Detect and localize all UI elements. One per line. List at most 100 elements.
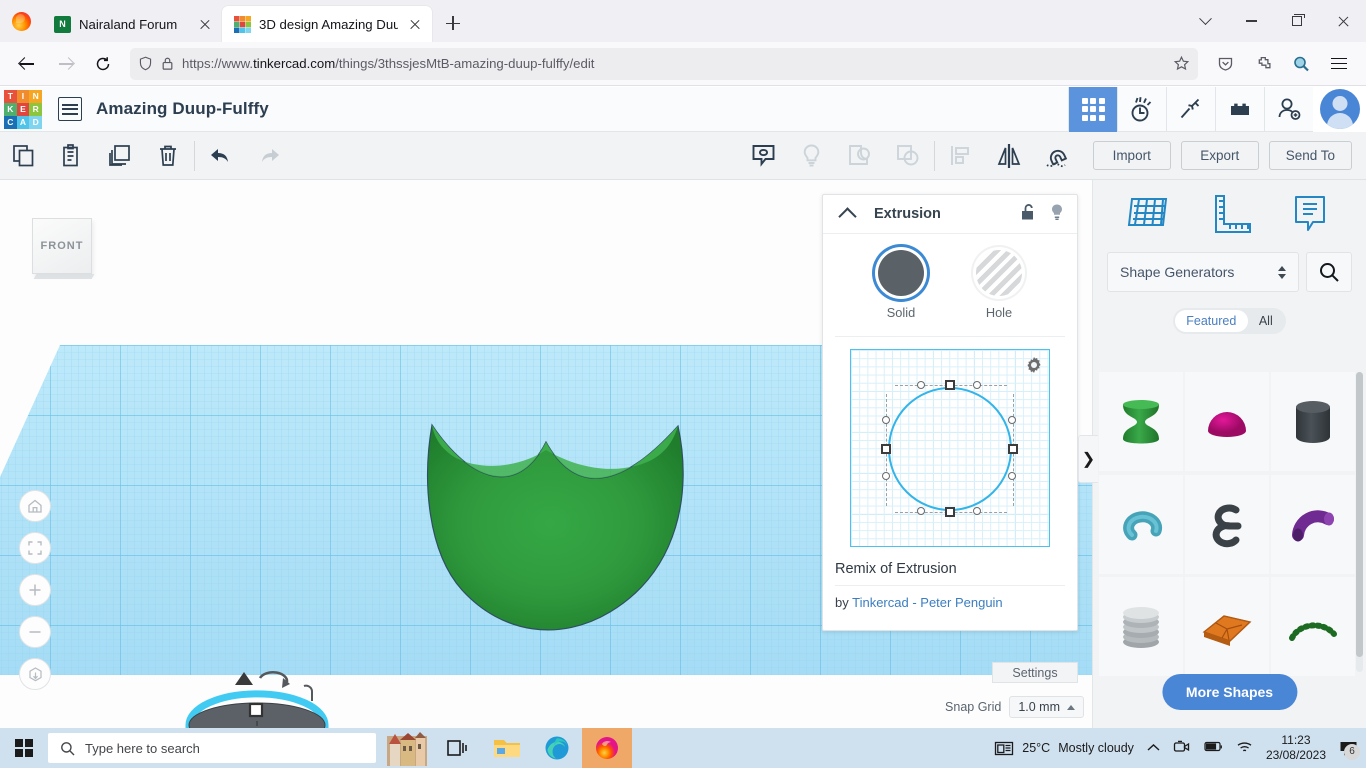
ungroup-icon[interactable]: [884, 132, 932, 180]
project-list-icon[interactable]: [58, 97, 82, 121]
shape-item-cylinder[interactable]: [1271, 372, 1355, 471]
browser-tab-nairaland[interactable]: N Nairaland Forum: [42, 6, 222, 42]
tab-all[interactable]: All: [1248, 310, 1284, 332]
copy-icon[interactable]: [0, 132, 48, 180]
redo-icon[interactable]: [245, 132, 293, 180]
sketch-handle-corner[interactable]: [973, 507, 981, 515]
align-icon[interactable]: [937, 132, 985, 180]
camera-icon[interactable]: [1173, 739, 1190, 757]
app-menu-button[interactable]: [1322, 47, 1356, 81]
maximize-button[interactable]: [1274, 0, 1320, 42]
mirror-icon[interactable]: [985, 132, 1033, 180]
ruler-icon[interactable]: [1201, 186, 1257, 247]
new-tab-button[interactable]: [436, 6, 470, 40]
sketch-handle-corner[interactable]: [973, 381, 981, 389]
green-bowl-object[interactable]: [410, 420, 730, 650]
sketch-handle-right[interactable]: [1008, 444, 1018, 454]
delete-icon[interactable]: [144, 132, 192, 180]
hole-mode-option[interactable]: Hole: [976, 250, 1022, 320]
browser-tab-tinkercad[interactable]: 3D design Amazing Duup-Fulffy: [222, 6, 432, 42]
perspective-toggle-icon[interactable]: [19, 658, 51, 690]
firefox-icon[interactable]: [582, 728, 632, 768]
shape-item-dome[interactable]: [1185, 372, 1269, 471]
sketch-handle-corner[interactable]: [1008, 472, 1016, 480]
invite-user-icon[interactable]: [1264, 87, 1313, 132]
avatar[interactable]: [1313, 87, 1366, 132]
shape-category-select[interactable]: Shape Generators: [1107, 252, 1299, 292]
solid-mode-option[interactable]: Solid: [878, 250, 924, 320]
pocket-save-icon[interactable]: [1208, 47, 1242, 81]
close-icon[interactable]: [406, 15, 424, 33]
shape-search-button[interactable]: [1306, 252, 1352, 292]
extensions-icon[interactable]: [1246, 47, 1280, 81]
close-icon[interactable]: [196, 15, 214, 33]
task-view-icon[interactable]: [432, 728, 482, 768]
settings-button[interactable]: Settings: [992, 662, 1078, 683]
paste-icon[interactable]: [48, 132, 96, 180]
note-icon[interactable]: [1282, 186, 1338, 247]
light-bulb-icon[interactable]: [788, 132, 836, 180]
panel-collapse-toggle[interactable]: ❯: [1078, 435, 1098, 483]
windows-start-icon[interactable]: [0, 728, 48, 768]
shape-item-curved-tube[interactable]: [1099, 475, 1183, 574]
shape-panel-scrollbar[interactable]: [1356, 372, 1363, 672]
workplane-icon[interactable]: [1121, 186, 1177, 247]
taskbar-clock[interactable]: 11:23 23/08/2023: [1266, 733, 1326, 763]
shape-item-elbow-tube[interactable]: [1271, 475, 1355, 574]
tinkercad-logo[interactable]: T I N K E R C A D: [0, 87, 46, 132]
tab-featured[interactable]: Featured: [1175, 310, 1248, 332]
duplicate-icon[interactable]: [96, 132, 144, 180]
send-to-button[interactable]: Send To: [1269, 141, 1352, 170]
zoom-in-icon[interactable]: [19, 574, 51, 606]
back-button[interactable]: [10, 47, 44, 81]
author-link[interactable]: Tinkercad - Peter Penguin: [852, 595, 1003, 610]
tinkercad-sim-icon[interactable]: [1166, 87, 1215, 132]
show-hidden-icons[interactable]: [1147, 741, 1160, 755]
search-zoom-icon[interactable]: [1284, 47, 1318, 81]
import-button[interactable]: Import: [1093, 141, 1171, 170]
shape-item-hourglass[interactable]: [1099, 372, 1183, 471]
taskbar-search-input[interactable]: Type here to search: [48, 733, 376, 763]
snap-grid-control[interactable]: Snap Grid 1.0 mm: [945, 696, 1084, 718]
lightbulb-icon[interactable]: [1049, 203, 1065, 226]
close-window-button[interactable]: [1320, 0, 1366, 42]
zoom-out-icon[interactable]: [19, 616, 51, 648]
shape-item-dotted-arc[interactable]: [1271, 577, 1355, 676]
sketch-handle-corner[interactable]: [917, 507, 925, 515]
codeblocks-icon[interactable]: [1117, 87, 1166, 132]
unlock-icon[interactable]: [1020, 203, 1037, 226]
export-button[interactable]: Export: [1181, 141, 1259, 170]
url-bar[interactable]: https://www.tinkercad.com/things/3thssje…: [130, 48, 1198, 80]
weather-widget-icon[interactable]: [382, 728, 432, 768]
sketch-handle-bottom[interactable]: [945, 507, 955, 517]
wifi-icon[interactable]: [1236, 740, 1253, 757]
notifications-button[interactable]: 6: [1339, 740, 1358, 757]
sketch-handle-corner[interactable]: [882, 472, 890, 480]
chevron-up-icon[interactable]: [838, 207, 856, 225]
battery-icon[interactable]: [1203, 740, 1223, 756]
sketch-circle[interactable]: [888, 387, 1012, 511]
gear-icon[interactable]: [1026, 357, 1042, 373]
magnet-icon[interactable]: [1033, 132, 1081, 180]
apps-grid-icon[interactable]: [1068, 87, 1117, 132]
snap-grid-value[interactable]: 1.0 mm: [1009, 696, 1084, 718]
shape-item-stacked-coil[interactable]: [1099, 577, 1183, 676]
edge-icon[interactable]: [532, 728, 582, 768]
weather-tray[interactable]: 25°C Mostly cloudy: [994, 740, 1134, 757]
fit-to-view-icon[interactable]: [19, 532, 51, 564]
blocks-icon[interactable]: [1215, 87, 1264, 132]
shape-item-spiral[interactable]: [1185, 475, 1269, 574]
forward-button[interactable]: [48, 47, 82, 81]
more-shapes-button[interactable]: More Shapes: [1162, 674, 1297, 710]
sketch-area[interactable]: [823, 337, 1077, 559]
sketch-handle-corner[interactable]: [917, 381, 925, 389]
view-cube[interactable]: FRONT: [32, 218, 96, 280]
file-explorer-icon[interactable]: [482, 728, 532, 768]
shape-item-cracked-tile[interactable]: [1185, 577, 1269, 676]
tab-list-dropdown-icon[interactable]: [1182, 0, 1228, 42]
sketch-canvas[interactable]: [850, 349, 1050, 547]
note-icon[interactable]: [740, 132, 788, 180]
sketch-handle-top[interactable]: [945, 380, 955, 390]
cylinder-object-selected[interactable]: [150, 650, 570, 728]
sketch-handle-corner[interactable]: [1008, 416, 1016, 424]
